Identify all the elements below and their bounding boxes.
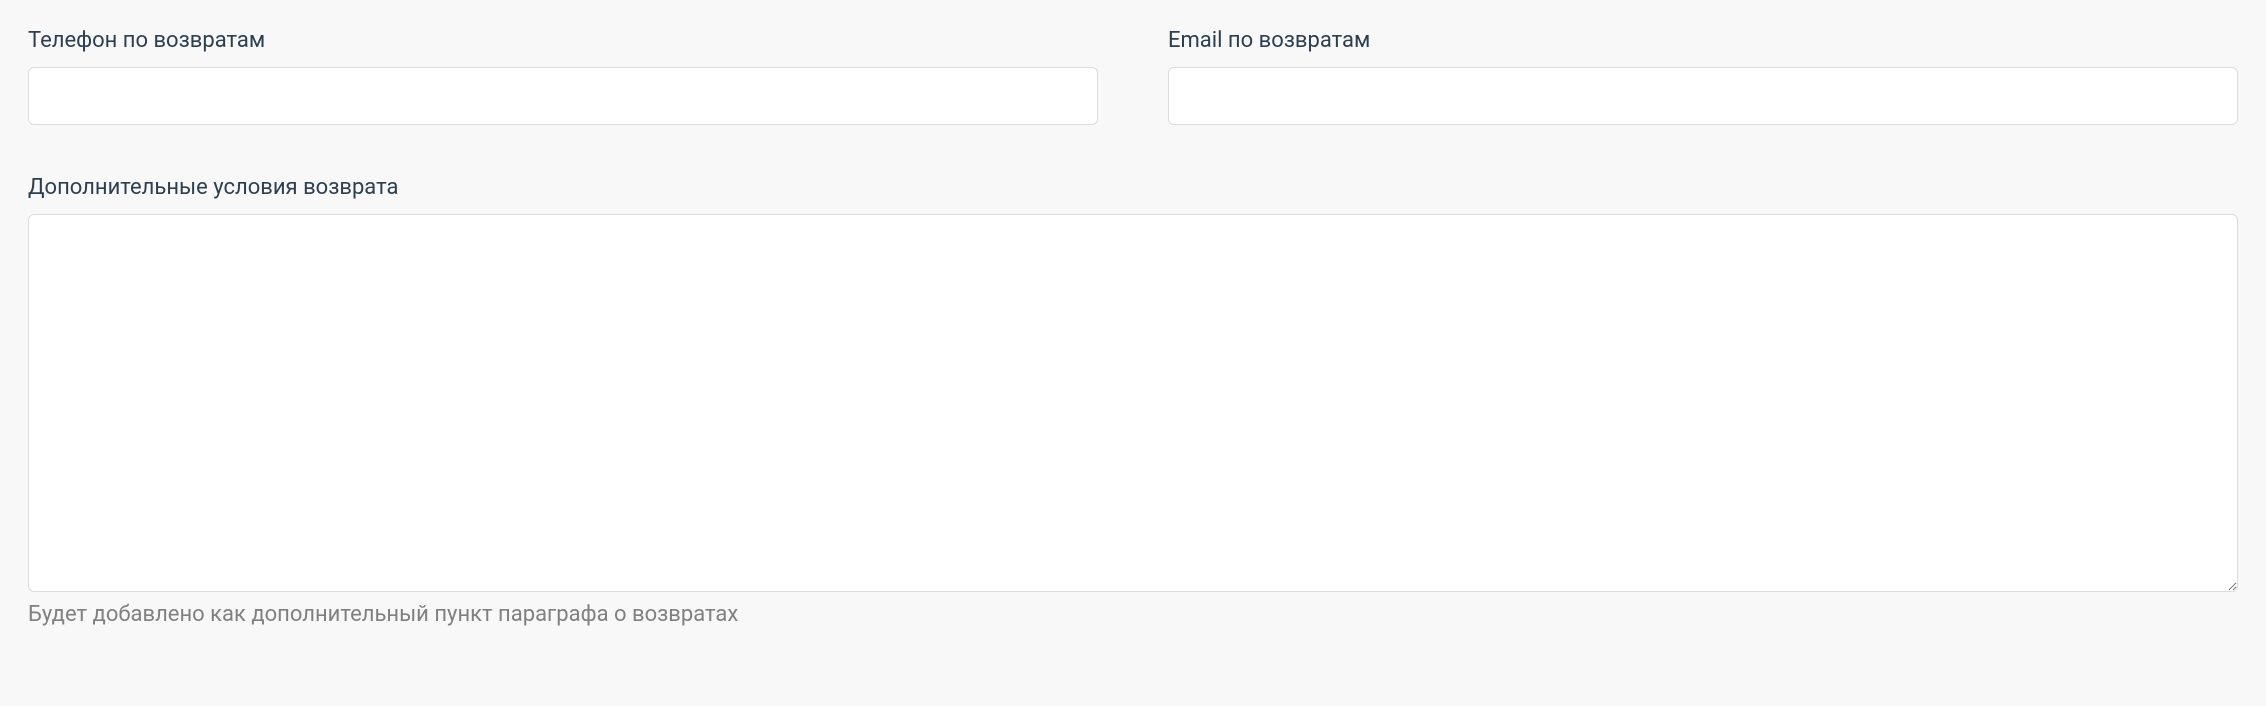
- returns-email-group: Email по возвратам: [1168, 28, 2238, 125]
- returns-conditions-label: Дополнительные условия возврата: [28, 175, 2238, 200]
- returns-phone-label: Телефон по возвратам: [28, 28, 1098, 53]
- returns-conditions-textarea[interactable]: [28, 214, 2238, 592]
- returns-contact-row: Телефон по возвратам Email по возвратам: [28, 28, 2238, 125]
- returns-conditions-help-text: Будет добавлено как дополнительный пункт…: [28, 602, 2238, 627]
- returns-email-label: Email по возвратам: [1168, 28, 2238, 53]
- returns-conditions-group: Дополнительные условия возврата Будет до…: [28, 175, 2238, 627]
- returns-phone-input[interactable]: [28, 67, 1098, 125]
- returns-phone-group: Телефон по возвратам: [28, 28, 1098, 125]
- returns-email-input[interactable]: [1168, 67, 2238, 125]
